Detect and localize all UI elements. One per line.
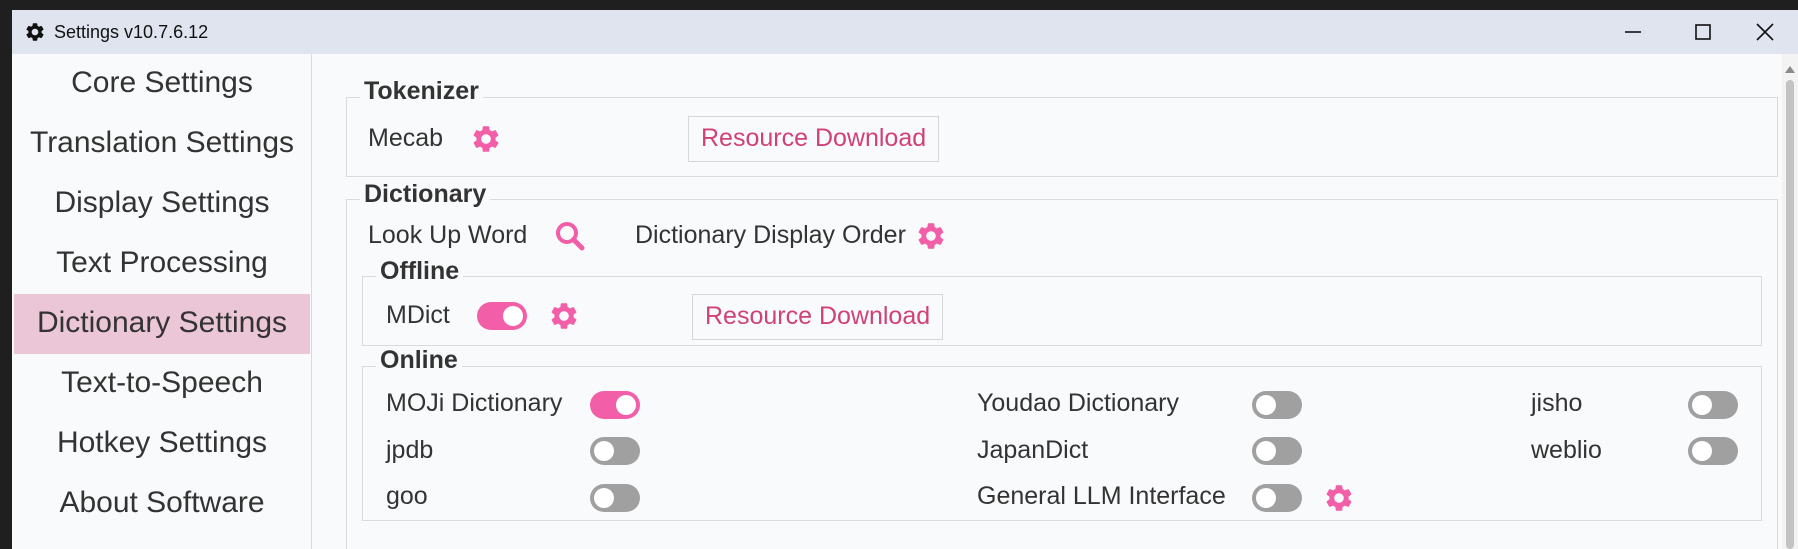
llm-gear-icon[interactable] — [1323, 482, 1355, 514]
toggle-knob — [1256, 441, 1276, 461]
online-item-jpdb-label: jpdb — [386, 436, 434, 464]
look-up-word-label: Look Up Word — [368, 221, 528, 249]
search-icon[interactable] — [554, 220, 586, 252]
sidebar-item-display-settings[interactable]: Display Settings — [14, 174, 310, 234]
toggle-knob — [1692, 441, 1712, 461]
sidebar-item-about-software[interactable]: About Software — [14, 474, 310, 534]
online-item-goo-label: goo — [386, 482, 428, 510]
gear-icon — [24, 21, 46, 43]
offline-resource-download-button[interactable]: Resource Download — [692, 294, 944, 340]
toggle-knob — [1256, 488, 1276, 508]
jisho-toggle[interactable] — [1688, 391, 1738, 419]
maximize-icon — [1695, 24, 1711, 40]
offline-title: Offline — [376, 258, 464, 284]
scrollbar-thumb[interactable] — [1786, 80, 1794, 549]
close-icon — [1756, 23, 1774, 41]
minimize-button[interactable] — [1598, 10, 1668, 54]
mdict-toggle[interactable] — [477, 302, 527, 330]
mecab-label: Mecab — [368, 124, 444, 152]
tokenizer-resource-download-button[interactable]: Resource Download — [688, 116, 940, 162]
dictionary-display-order-label: Dictionary Display Order — [635, 221, 906, 249]
sidebar-item-text-processing[interactable]: Text Processing — [14, 234, 310, 294]
weblio-toggle[interactable] — [1688, 437, 1738, 465]
goo-toggle[interactable] — [590, 484, 640, 512]
toggle-knob — [594, 441, 614, 461]
toggle-knob — [1692, 395, 1712, 415]
youdao-dictionary-toggle[interactable] — [1252, 391, 1302, 419]
online-title: Online — [376, 347, 462, 373]
toggle-knob — [503, 306, 523, 326]
title-bar: Settings v10.7.6.12 — [12, 10, 1798, 54]
toggle-knob — [616, 395, 636, 415]
vertical-scrollbar[interactable] — [1782, 54, 1798, 549]
online-item-jisho-label: jisho — [1531, 389, 1583, 417]
toggle-knob — [594, 488, 614, 508]
mecab-gear-icon[interactable] — [470, 123, 502, 155]
settings-content: Tokenizer Mecab Resource Download Dictio… — [314, 54, 1782, 549]
tokenizer-title: Tokenizer — [360, 78, 483, 104]
sidebar-item-dictionary-settings[interactable]: Dictionary Settings — [14, 294, 310, 354]
close-button[interactable] — [1730, 10, 1798, 54]
online-item-llm-label: General LLM Interface — [977, 482, 1226, 510]
online-item-weblio-label: weblio — [1531, 436, 1602, 464]
scroll-up-arrow-icon[interactable] — [1785, 66, 1795, 73]
online-item-moji-label: MOJi Dictionary — [386, 389, 563, 417]
minimize-icon — [1625, 31, 1641, 33]
sidebar-item-text-to-speech[interactable]: Text-to-Speech — [14, 354, 310, 414]
online-item-youdao-label: Youdao Dictionary — [977, 389, 1179, 417]
japandict-toggle[interactable] — [1252, 437, 1302, 465]
display-order-gear-icon[interactable] — [915, 220, 947, 252]
toggle-knob — [1256, 395, 1276, 415]
dictionary-title: Dictionary — [360, 181, 491, 207]
sidebar-item-hotkey-settings[interactable]: Hotkey Settings — [14, 414, 310, 474]
general-llm-interface-toggle[interactable] — [1252, 484, 1302, 512]
jpdb-toggle[interactable] — [590, 437, 640, 465]
mdict-gear-icon[interactable] — [548, 300, 580, 332]
maximize-button[interactable] — [1668, 10, 1738, 54]
online-item-japandict-label: JapanDict — [977, 436, 1089, 464]
mdict-label: MDict — [386, 301, 450, 329]
sidebar-item-translation-settings[interactable]: Translation Settings — [14, 114, 310, 174]
tokenizer-group — [346, 97, 1778, 177]
sidebar-item-core-settings[interactable]: Core Settings — [14, 54, 310, 114]
sidebar: Core Settings Translation Settings Displ… — [12, 54, 312, 549]
moji-dictionary-toggle[interactable] — [590, 391, 640, 419]
window-title: Settings v10.7.6.12 — [54, 22, 209, 42]
settings-window: Settings v10.7.6.12 Core Settings Transl… — [12, 10, 1798, 549]
